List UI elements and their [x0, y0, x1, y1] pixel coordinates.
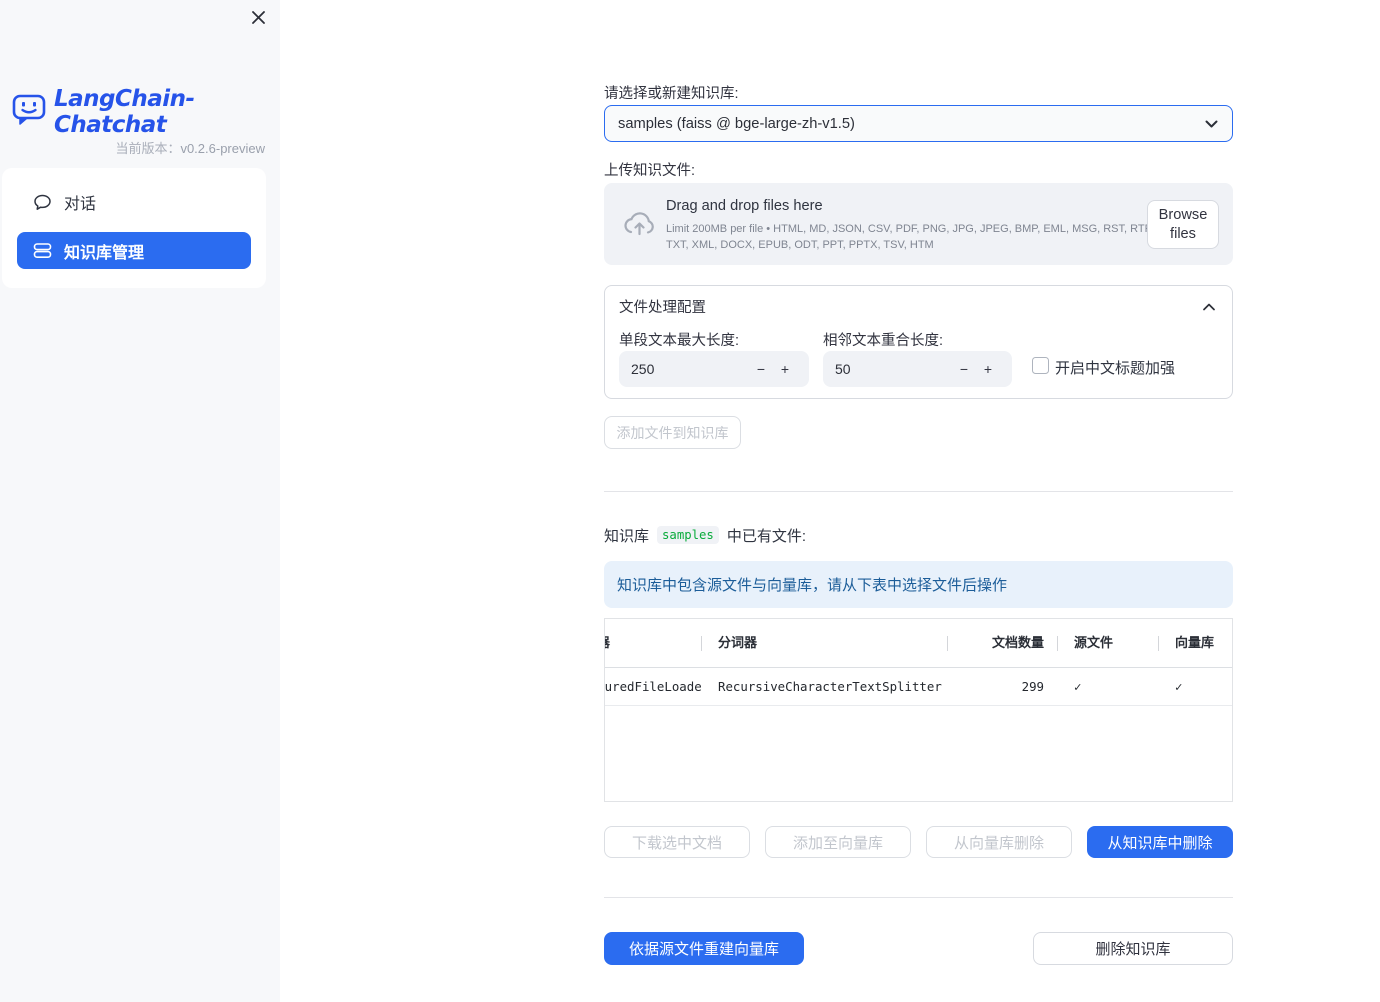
version-label: 当前版本：	[115, 141, 181, 156]
column-header-doc-count[interactable]: 文档数量	[947, 619, 1057, 667]
cell-doc-count: 299	[1021, 679, 1044, 694]
sidebar-item-knowledge-base[interactable]: 知识库管理	[17, 232, 251, 269]
add-to-vector-store-button[interactable]: 添加至向量库	[765, 826, 911, 858]
chunk-overlap-label: 相邻文本重合长度:	[823, 333, 944, 349]
expander-title: 文件处理配置	[619, 300, 706, 316]
knowledge-base-icon	[33, 241, 52, 260]
sidebar-menu: 对话 知识库管理	[2, 168, 266, 288]
table-row[interactable]: UnstructuredFileLoader RecursiveCharacte…	[604, 668, 1232, 706]
sidebar-item-label: 知识库管理	[64, 244, 145, 262]
file-dropzone[interactable]: Drag and drop files here Limit 200MB per…	[604, 183, 1233, 265]
increment-button[interactable]: +	[976, 361, 1000, 377]
kb-files-table: 文档加载器 分词器 文档数量 源文件 向量库 UnstructuredFileL…	[604, 618, 1233, 802]
chunk-size-input[interactable]: 250 − +	[619, 351, 809, 387]
upload-label: 上传知识文件:	[604, 163, 696, 179]
download-selected-button[interactable]: 下载选中文档	[604, 826, 750, 858]
cloud-upload-icon	[621, 208, 657, 243]
kb-files-suffix: 中已有文件:	[726, 527, 807, 545]
file-config-expander: 文件处理配置 单段文本最大长度: 相邻文本重合长度: 250 − + 50 − …	[604, 285, 1233, 399]
increment-button[interactable]: +	[773, 361, 797, 377]
cell-vector-store-check: ✓	[1175, 679, 1183, 694]
chunk-overlap-value[interactable]: 50	[835, 361, 952, 377]
logo-text: LangChain-Chatchat	[54, 86, 195, 138]
decrement-button[interactable]: −	[952, 361, 976, 377]
delete-from-kb-button[interactable]: 从知识库中删除	[1087, 826, 1233, 858]
dropzone-title: Drag and drop files here	[666, 198, 823, 214]
divider	[604, 897, 1233, 898]
close-sidebar-icon[interactable]	[247, 6, 269, 28]
zh-title-checkbox-label[interactable]: 开启中文标题加强	[1055, 357, 1175, 378]
dropzone-limit-line1: Limit 200MB per file • HTML, MD, JSON, C…	[666, 223, 1154, 235]
table-header-row: 文档加载器 分词器 文档数量 源文件 向量库	[605, 619, 1232, 668]
kb-select-label: 请选择或新建知识库:	[604, 86, 739, 102]
dropzone-instructions: Drag and drop files here Limit 200MB per…	[666, 198, 1154, 253]
column-header-source-file[interactable]: 源文件	[1057, 619, 1158, 667]
sidebar-item-dialogue[interactable]: 对话	[17, 183, 251, 221]
logo: LangChain-Chatchat	[11, 86, 280, 138]
version-text: 当前版本：v0.2.6-preview	[0, 138, 265, 157]
chunk-size-value[interactable]: 250	[631, 361, 749, 377]
table-inner: 文档加载器 分词器 文档数量 源文件 向量库 UnstructuredFileL…	[604, 619, 1232, 706]
column-header-loader[interactable]: 文档加载器	[605, 619, 701, 667]
kb-selected-option: samples (faiss @ bge-large-zh-v1.5)	[618, 115, 855, 132]
chevron-up-icon[interactable]	[1203, 298, 1215, 316]
kb-files-prefix: 知识库	[604, 527, 650, 545]
kb-selectbox[interactable]: samples (faiss @ bge-large-zh-v1.5)	[604, 105, 1233, 142]
info-banner: 知识库中包含源文件与向量库，请从下表中选择文件后操作	[604, 561, 1233, 608]
chunk-overlap-input[interactable]: 50 − +	[823, 351, 1012, 387]
cell-source-file-check: ✓	[1074, 679, 1082, 694]
kb-name-code: samples	[657, 526, 719, 544]
column-header-splitter[interactable]: 分词器	[701, 619, 947, 667]
sidebar: LangChain-Chatchat 当前版本：v0.2.6-preview 对…	[0, 0, 280, 1002]
logo-chat-icon	[11, 93, 47, 131]
chevron-down-icon	[1205, 115, 1218, 133]
delete-kb-button[interactable]: 删除知识库	[1033, 932, 1233, 965]
chat-bubble-icon	[33, 193, 52, 212]
cell-splitter: RecursiveCharacterTextSplitter	[718, 679, 942, 694]
sidebar-item-label: 对话	[64, 196, 97, 213]
rebuild-vector-store-button[interactable]: 依据源文件重建向量库	[604, 932, 804, 965]
dropzone-limit-line2: TXT, XML, DOCX, EPUB, ODT, PPT, PPTX, TS…	[666, 239, 934, 251]
decrement-button[interactable]: −	[749, 361, 773, 377]
zh-title-checkbox[interactable]	[1032, 357, 1049, 374]
browse-files-button[interactable]: Browse files	[1147, 200, 1219, 249]
chunk-size-label: 单段文本最大长度:	[619, 333, 740, 349]
cell-loader: UnstructuredFileLoader	[604, 679, 701, 694]
version-value: v0.2.6-preview	[180, 141, 265, 156]
app-window: LangChain-Chatchat 当前版本：v0.2.6-preview 对…	[0, 0, 1380, 1002]
column-header-vector-store[interactable]: 向量库	[1158, 619, 1232, 667]
delete-from-vector-store-button[interactable]: 从向量库删除	[926, 826, 1072, 858]
kb-files-heading: 知识库 samples 中已有文件:	[604, 524, 806, 546]
add-files-to-kb-button[interactable]: 添加文件到知识库	[604, 416, 741, 449]
divider	[604, 491, 1233, 492]
